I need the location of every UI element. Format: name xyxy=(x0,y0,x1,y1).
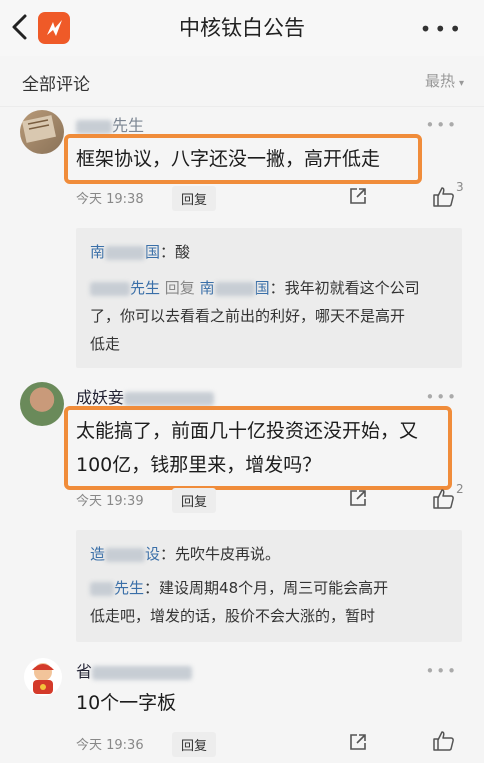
thumbs-up-icon[interactable] xyxy=(432,186,456,208)
like-count: 2 xyxy=(456,482,464,496)
more-menu-icon[interactable]: ••• xyxy=(420,17,464,41)
all-comments-label: 全部评论 xyxy=(22,75,90,95)
reply-item[interactable]: 先生 回复 南国：我年初就看这个公司 xyxy=(90,276,452,300)
comment-time: 今天 19:39 xyxy=(76,494,144,509)
avatar[interactable] xyxy=(20,382,64,426)
reply-text-line: 低走 xyxy=(90,335,121,353)
avatar[interactable] xyxy=(24,658,62,696)
thumbs-up-icon[interactable] xyxy=(432,730,456,752)
page-title: 中核钛白公告 xyxy=(179,16,305,40)
reply-item[interactable]: 先生：建设周期48个月，周三可能会高开 xyxy=(90,576,452,600)
reply-thread: 造设：先吹牛皮再说。 先生：建设周期48个月，周三可能会高开 低走吧，增发的话，… xyxy=(76,530,462,642)
comment-more-icon[interactable]: ••• xyxy=(425,116,458,134)
comment-author[interactable]: 先生 xyxy=(76,112,144,136)
comment-text: 10个一字板 xyxy=(76,692,177,714)
top-bar: 中核钛白公告 ••• xyxy=(0,0,484,56)
sort-dropdown[interactable]: 最热 ▾ xyxy=(425,70,464,91)
comment-time: 今天 19:36 xyxy=(76,738,144,753)
thumbs-up-icon[interactable] xyxy=(432,488,456,510)
reply-item[interactable]: 南国：酸 xyxy=(90,240,452,264)
reply-button[interactable]: 回复 xyxy=(172,186,217,211)
reply-text-line: 了，你可以去看看之前出的利好，哪天不是高开 xyxy=(90,307,406,325)
comment-text-line: 太能搞了，前面几十亿投资还没开始，又 xyxy=(76,420,419,442)
share-icon[interactable] xyxy=(348,732,368,752)
reply-thread: 南国：酸 先生 回复 南国：我年初就看这个公司 了，你可以去看看之前出的利好，哪… xyxy=(76,228,462,368)
sort-label: 最热 xyxy=(424,72,455,90)
reply-item[interactable]: 造设：先吹牛皮再说。 xyxy=(90,542,452,566)
chevron-down-icon: ▾ xyxy=(458,78,464,89)
author-name-obscured xyxy=(92,665,193,680)
like-count: 3 xyxy=(456,180,464,194)
share-icon[interactable] xyxy=(348,186,368,206)
comment-more-icon[interactable]: ••• xyxy=(425,662,458,680)
reply-text-line: 低走吧，增发的话，股价不会大涨的，暂时 xyxy=(90,607,376,625)
author-name-obscured xyxy=(76,119,112,134)
comment-time: 今天 19:38 xyxy=(76,192,144,207)
comments-filter-bar: 全部评论 最热 ▾ xyxy=(0,56,484,107)
share-icon[interactable] xyxy=(348,488,368,508)
reply-button[interactable]: 回复 xyxy=(172,488,217,513)
comment-more-icon[interactable]: ••• xyxy=(425,388,458,406)
comment-text-line: 100亿，钱那里来，增发吗？ xyxy=(76,454,322,476)
comment-author[interactable]: 成妖妾 xyxy=(76,384,215,408)
avatar[interactable] xyxy=(20,110,64,154)
comment-text: 框架协议，八字还没一撇，高开低走 xyxy=(76,148,381,170)
reply-button[interactable]: 回复 xyxy=(172,732,217,757)
comment-author[interactable]: 省 xyxy=(76,658,193,682)
author-name-obscured xyxy=(124,391,215,406)
